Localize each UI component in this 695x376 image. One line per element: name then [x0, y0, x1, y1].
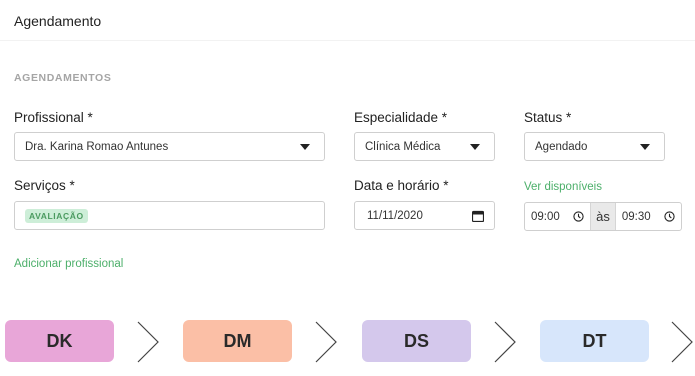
profissional-label: Profissional *	[14, 110, 93, 125]
especialidade-label: Especialidade *	[354, 110, 448, 125]
clock-icon	[573, 211, 584, 222]
adicionar-profissional-link[interactable]: Adicionar profissional	[14, 258, 123, 270]
step-ds[interactable]: DS	[362, 320, 471, 362]
step-dk[interactable]: DK	[5, 320, 114, 362]
section-label: AGENDAMENTOS	[14, 72, 112, 84]
chevron-down-icon	[300, 143, 310, 150]
clock-icon	[664, 211, 675, 222]
end-time-input[interactable]: 09:30	[616, 203, 681, 230]
page-title: Agendamento	[14, 13, 102, 29]
time-separator: às	[590, 203, 616, 230]
time-range: 09:00 às 09:30	[524, 202, 682, 231]
profissional-value: Dra. Karina Romao Antunes	[25, 140, 169, 153]
end-time-value: 09:30	[621, 210, 651, 223]
profissional-select[interactable]: Dra. Karina Romao Antunes	[14, 132, 325, 161]
status-label: Status *	[524, 110, 572, 125]
status-select[interactable]: Agendado	[524, 132, 665, 161]
status-value: Agendado	[535, 140, 588, 153]
especialidade-value: Clínica Médica	[365, 140, 441, 153]
chevron-right-icon	[671, 321, 693, 363]
servicos-label: Serviços *	[14, 178, 75, 193]
step-dt[interactable]: DT	[540, 320, 649, 362]
chevron-right-icon	[315, 321, 337, 363]
servicos-input[interactable]: AVALIAÇÃO	[14, 201, 325, 230]
data-horario-label: Data e horário *	[354, 178, 449, 193]
ver-disponiveis-link[interactable]: Ver disponíveis	[524, 181, 602, 193]
chevron-right-icon	[137, 321, 159, 363]
start-time-input[interactable]: 09:00	[525, 203, 590, 230]
chevron-right-icon	[494, 321, 516, 363]
step-dm[interactable]: DM	[183, 320, 292, 362]
date-value: 11/11/2020	[367, 209, 423, 222]
servico-tag[interactable]: AVALIAÇÃO	[25, 208, 88, 223]
date-input[interactable]: 11/11/2020	[354, 201, 495, 230]
chevron-down-icon	[470, 143, 480, 150]
especialidade-select[interactable]: Clínica Médica	[354, 132, 495, 161]
calendar-icon[interactable]	[472, 210, 484, 222]
start-time-value: 09:00	[531, 210, 560, 223]
chevron-down-icon	[640, 143, 650, 150]
title-divider	[0, 40, 695, 41]
